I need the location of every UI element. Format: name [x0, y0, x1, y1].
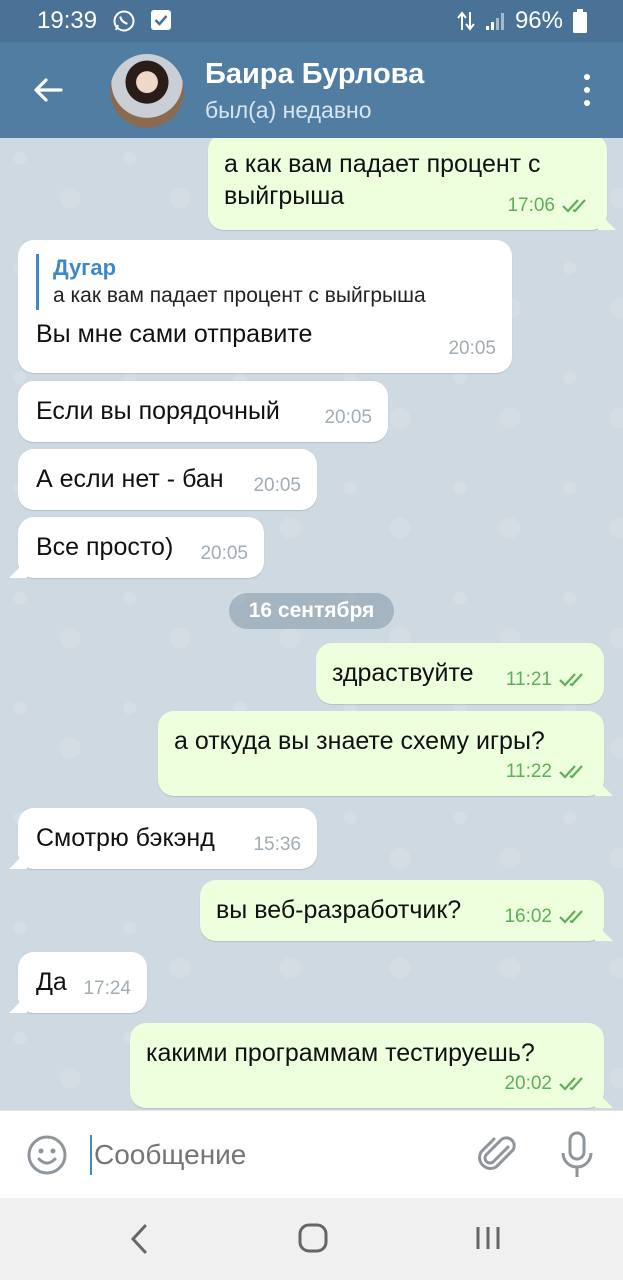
message-meta: 17:06 — [507, 190, 591, 222]
message-meta: 20:05 — [324, 402, 372, 434]
battery-icon — [573, 9, 587, 33]
avatar[interactable] — [110, 54, 184, 128]
home-square-icon — [298, 1223, 328, 1253]
arrow-left-icon — [34, 78, 63, 102]
message-bubble-in[interactable]: А если нет - бан 20:05 — [18, 449, 317, 510]
message-text: какими программам тестируешь? — [146, 1039, 535, 1067]
message-time: 20:05 — [448, 338, 496, 359]
double-check-icon — [559, 765, 583, 779]
microphone-icon — [561, 1131, 593, 1177]
message-time: 17:24 — [83, 978, 131, 999]
system-back-button[interactable] — [125, 1222, 155, 1256]
chevron-left-icon — [130, 1224, 147, 1254]
message-bubble-out[interactable]: а откуда вы знаете схему игры? 11:22 — [158, 711, 613, 796]
reply-author: Дугар — [53, 255, 117, 280]
message-meta: 20:05 — [448, 333, 496, 365]
message-meta: 20:02 — [504, 1068, 588, 1100]
message-time: 20:05 — [253, 475, 301, 496]
double-check-icon — [562, 199, 586, 213]
system-home-button[interactable] — [296, 1221, 330, 1255]
date-separator: 16 сентября — [229, 593, 394, 629]
dot-icon — [584, 74, 590, 80]
battery-percent: 96% — [514, 7, 563, 34]
message-meta: 11:21 — [506, 664, 588, 696]
reply-quote[interactable]: Дугар а как вам падает процент с выйгрыш… — [36, 254, 496, 310]
message-time: 20:02 — [504, 1073, 552, 1094]
message-time: 11:22 — [505, 761, 552, 782]
smiley-icon — [27, 1135, 67, 1175]
status-time: 19:39 — [37, 7, 98, 34]
system-nav-bar — [0, 1198, 623, 1280]
status-bar: 19:39 96% — [0, 0, 623, 42]
double-check-icon — [559, 910, 583, 924]
dot-icon — [584, 100, 590, 106]
message-text: а откуда вы знаете схему игры? — [174, 727, 545, 755]
message-meta: 11:22 — [506, 756, 588, 788]
message-meta: 20:05 — [253, 470, 301, 502]
emoji-button[interactable] — [26, 1134, 68, 1176]
message-bubble-out[interactable]: какими программам тестируешь? 20:02 — [130, 1023, 613, 1108]
contact-name[interactable]: Баира Бурлова — [205, 58, 424, 91]
message-bubble-in[interactable]: Все просто) 20:05 — [9, 517, 264, 578]
reply-text: а как вам падает процент с выйгрыша — [53, 284, 426, 307]
message-bubble-in[interactable]: Дугар а как вам падает процент с выйгрыш… — [18, 240, 512, 373]
more-menu-button[interactable] — [577, 70, 597, 110]
message-bubble-in[interactable]: Если вы порядочный 20:05 — [18, 381, 388, 442]
message-time: 17:06 — [507, 195, 555, 216]
message-text: Если вы порядочный — [36, 397, 280, 425]
whatsapp-icon — [113, 10, 135, 32]
attach-button[interactable] — [478, 1133, 518, 1177]
message-bubble-out[interactable]: вы веб-разработчик? 16:02 — [200, 880, 613, 941]
message-time: 15:36 — [253, 834, 301, 855]
back-button[interactable] — [26, 68, 70, 112]
dot-icon — [584, 87, 590, 93]
system-recents-button[interactable] — [472, 1223, 504, 1253]
message-meta: 16:02 — [504, 901, 588, 933]
message-input[interactable] — [90, 1135, 450, 1175]
data-arrows-icon — [457, 11, 475, 31]
message-meta: 20:05 — [200, 538, 248, 570]
paperclip-icon — [478, 1136, 516, 1170]
message-time: 11:21 — [505, 669, 552, 690]
message-bubble-out[interactable]: здраствуйте 11:21 — [316, 643, 604, 704]
message-text: Вы мне сами отправите — [36, 320, 313, 348]
message-time: 20:05 — [324, 407, 372, 428]
message-meta: 15:36 — [253, 829, 301, 861]
contact-status: был(а) недавно — [205, 97, 372, 123]
message-bubble-in[interactable]: Смотрю бэкэнд 15:36 — [9, 808, 317, 869]
chat-area[interactable]: а как вам падает процент с выйгрыша 17:0… — [0, 138, 623, 1110]
check-square-icon — [151, 10, 171, 30]
signal-icon — [485, 13, 504, 30]
message-composer — [0, 1110, 623, 1198]
message-bubble-in[interactable]: Да 17:24 — [9, 952, 147, 1013]
message-bubble-out[interactable]: а как вам падает процент с выйгрыша 17:0… — [208, 138, 616, 230]
voice-record-button[interactable] — [559, 1131, 595, 1179]
double-check-icon — [559, 673, 583, 687]
message-meta: 17:24 — [83, 973, 131, 1005]
message-time: 20:05 — [200, 543, 248, 564]
double-check-icon — [559, 1077, 583, 1091]
recents-icon — [476, 1227, 500, 1249]
message-time: 16:02 — [504, 906, 552, 927]
chat-header: Баира Бурлова был(а) недавно — [0, 42, 623, 138]
